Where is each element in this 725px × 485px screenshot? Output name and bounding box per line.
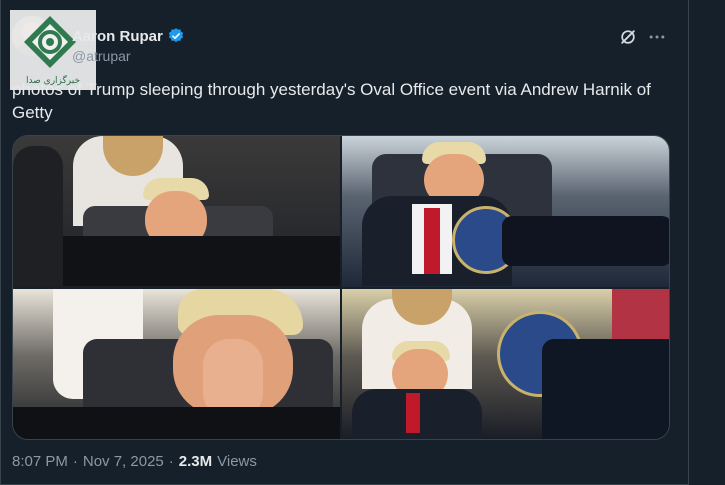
- photo-statue: [13, 146, 63, 286]
- views-label: Views: [217, 453, 257, 470]
- left-border: [0, 0, 1, 485]
- more-options-button[interactable]: [645, 26, 669, 48]
- tweet-date[interactable]: Nov 7, 2025: [83, 453, 164, 470]
- verified-badge-icon[interactable]: [167, 27, 185, 45]
- photo-foreground-desk: [13, 406, 340, 439]
- views-count: 2.3M: [178, 453, 213, 470]
- photo-flag: [612, 288, 669, 339]
- author-name-row[interactable]: Aaron Rupar: [72, 26, 185, 46]
- photo-microphone-stand: [542, 338, 669, 439]
- author-handle[interactable]: @atrupar: [72, 48, 131, 64]
- photo-subject-tie: [424, 208, 440, 274]
- tweet-text: photos of Trump sleeping through yesterd…: [12, 80, 651, 122]
- media-grid: [12, 135, 670, 440]
- right-border: [688, 0, 689, 485]
- tweet-photo-1[interactable]: [13, 136, 340, 287]
- tweet-meta: 8:07 PM · Nov 7, 2025 · 2.3M Views: [12, 453, 257, 470]
- meta-separator: ·: [168, 453, 174, 470]
- photo-subject-tie: [406, 392, 420, 433]
- tweet-photo-3[interactable]: [13, 288, 340, 439]
- meta-separator: ·: [72, 453, 78, 470]
- watermark-logo-icon: [24, 16, 76, 68]
- tweet-photo-4[interactable]: [342, 288, 669, 439]
- tweet-photo-2[interactable]: [342, 136, 669, 287]
- grok-button[interactable]: [616, 26, 640, 48]
- grok-icon: [621, 30, 635, 44]
- tweet-time[interactable]: 8:07 PM: [12, 453, 68, 470]
- author-display-name[interactable]: Aaron Rupar: [72, 28, 163, 45]
- more-horizontal-icon: [649, 35, 665, 39]
- photo-microphone-stand: [502, 216, 669, 266]
